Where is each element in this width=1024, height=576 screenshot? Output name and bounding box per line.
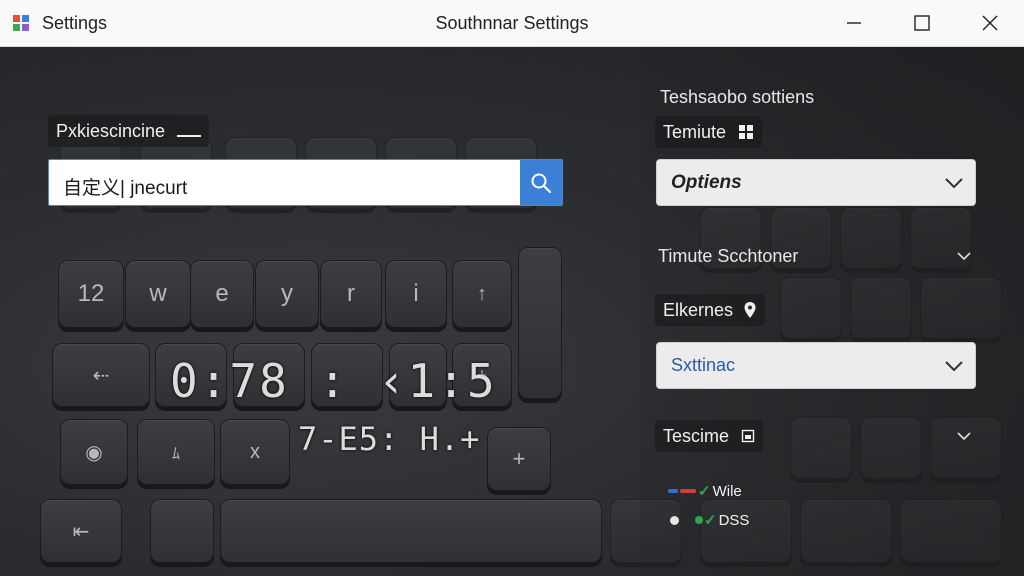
legend-label: Wile [712, 482, 742, 500]
keyboard-key: ◉ [60, 419, 128, 485]
legend-swatch-green [695, 516, 703, 524]
grid-icon [739, 125, 754, 139]
keyboard-key: ↑ [452, 260, 512, 328]
search-button[interactable] [520, 160, 562, 205]
section2-label: Timute Scchtoner [658, 246, 799, 266]
maximize-button[interactable] [899, 0, 945, 46]
section-label-left: Pxkiescincine [48, 115, 210, 147]
minimize-icon [847, 22, 861, 24]
digital-readout-secondary: 7-E5: H.+ [298, 420, 481, 458]
document-icon [741, 429, 755, 443]
search-input[interactable]: 自定义| jnecurt [63, 173, 187, 200]
chevron-down-icon[interactable] [956, 428, 972, 444]
settings-dropdown[interactable]: Sxttinac [656, 342, 976, 389]
legend-item-wile: ✓ Wile [668, 482, 742, 500]
check-icon: ✓ [698, 483, 711, 500]
key-label: r [347, 280, 355, 307]
keyboard-key: + [487, 427, 551, 491]
keyboard-key: ⇤ [40, 499, 122, 563]
chevron-down-icon[interactable] [956, 248, 972, 264]
options-dropdown-value: Optiens [671, 172, 742, 193]
close-icon [982, 15, 998, 31]
maximize-icon [914, 15, 930, 31]
right-heading: Teshsaobo sottiens [660, 87, 815, 107]
legend-swatch-white [670, 515, 679, 525]
tescime-chip[interactable]: Tescime [655, 420, 764, 452]
keyboard-key: e [190, 260, 254, 328]
legend-swatch-blue [668, 489, 678, 493]
key-label: ⇤ [72, 520, 90, 543]
keyboard-key: ⇠ [52, 343, 150, 407]
key-label: x [250, 440, 260, 463]
settings-window: Settings Southnnar Settings 12 w e y r i… [0, 0, 1024, 576]
theme-chip[interactable]: Temiute [655, 116, 763, 148]
tescime-label: Tescime [663, 425, 730, 446]
key-label: w [149, 280, 167, 307]
check-icon: ✓ [704, 512, 717, 529]
underline-marker [177, 135, 202, 137]
key-label: y [281, 280, 293, 307]
key-label: + [512, 446, 526, 471]
key-label: 12 [77, 280, 105, 307]
legend-item-dss: ✓ DSS [670, 511, 749, 529]
key-label: ﾑ [171, 446, 180, 463]
legend-label: DSS [718, 511, 750, 529]
elements-chip[interactable]: Elkernes [655, 294, 766, 326]
keyboard-key: y [255, 260, 319, 328]
keyboard-key [150, 499, 214, 563]
location-pin-icon [744, 302, 756, 318]
title-bar: Settings Southnnar Settings [0, 0, 1024, 47]
settings-dropdown-value: Sxttinac [671, 355, 736, 375]
keyboard-key: 12 [58, 260, 124, 328]
search-icon [531, 173, 552, 193]
close-button[interactable] [967, 0, 1013, 46]
key-label: ◉ [85, 441, 103, 464]
key-label: e [215, 280, 229, 307]
chevron-down-icon [945, 178, 963, 189]
settings-app-icon [13, 15, 29, 31]
search-box[interactable]: 自定义| jnecurt [48, 159, 563, 206]
keyboard-key [518, 247, 562, 399]
keyboard-key: x [220, 419, 290, 485]
keyboard-key: i [385, 260, 447, 328]
options-dropdown[interactable]: Optiens [656, 159, 976, 206]
key-label: i [413, 280, 419, 307]
section-label-text: Pxkiescincine [56, 120, 166, 141]
elements-label: Elkernes [663, 299, 734, 320]
key-label: ⇠ [92, 364, 110, 387]
chevron-down-icon [945, 361, 963, 372]
app-name: Settings [42, 13, 108, 33]
theme-label: Temiute [663, 121, 727, 142]
keyboard-key: ﾑ [137, 419, 215, 485]
key-label: ↑ [477, 282, 487, 305]
keyboard-key: w [125, 260, 191, 328]
digital-readout-primary: 0:78 : ‹1:5 [170, 354, 497, 408]
minimize-button[interactable] [831, 0, 877, 46]
legend-swatch-red [680, 489, 696, 493]
keyboard-key [220, 499, 602, 563]
keyboard-key: r [320, 260, 382, 328]
